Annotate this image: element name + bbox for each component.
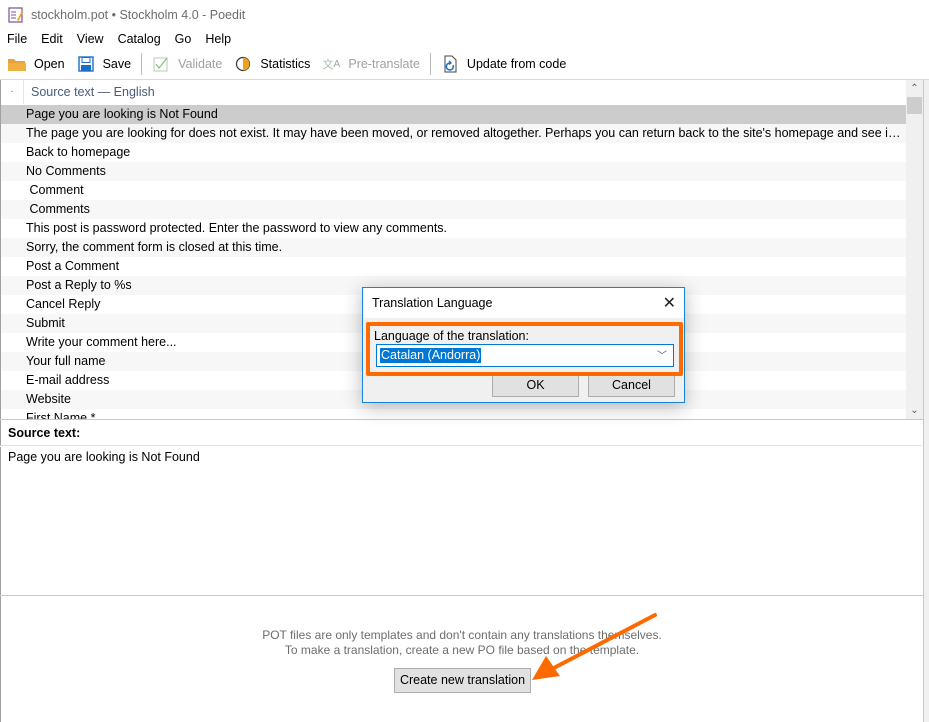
list-row[interactable]: Back to homepage [1, 143, 907, 162]
pretranslate-label: Pre-translate [348, 57, 420, 71]
translation-language-dialog: Translation Language ✕ Language of the t… [362, 287, 685, 403]
pot-info-message: POT files are only templates and don't c… [1, 628, 923, 658]
list-row[interactable]: Comments [1, 200, 907, 219]
list-row[interactable]: Comment [1, 181, 907, 200]
dialog-title: Translation Language [372, 296, 493, 310]
menu-bar: File Edit View Catalog Go Help [0, 29, 238, 49]
title-bar: stockholm.pot • Stockholm 4.0 - Poedit [0, 0, 929, 29]
language-field-label: Language of the translation: [374, 329, 529, 343]
update-from-code-button[interactable]: Update from code [435, 51, 572, 77]
validate-button[interactable]: Validate [146, 51, 228, 77]
menu-help[interactable]: Help [198, 32, 238, 46]
close-icon[interactable]: ✕ [663, 293, 676, 313]
window-right-edge [923, 80, 929, 722]
scrollbar-thumb[interactable] [907, 97, 922, 114]
statistics-button[interactable]: Statistics [228, 51, 316, 77]
statistics-label: Statistics [260, 57, 311, 71]
cancel-button[interactable]: Cancel [588, 374, 675, 397]
toolbar: Open Save Validate Statistics 文A Pre-tra… [0, 49, 929, 80]
scroll-down-icon[interactable]: ⌄ [906, 402, 923, 419]
chevron-down-icon[interactable]: ﹀ [657, 347, 667, 362]
list-row[interactable]: Page you are looking is Not Found [1, 105, 907, 124]
pie-chart-icon [234, 55, 252, 73]
save-button[interactable]: Save [71, 51, 138, 77]
list-header-marker[interactable]: · [1, 80, 24, 104]
dialog-title-bar: Translation Language ✕ [363, 288, 684, 318]
list-row[interactable]: No Comments [1, 162, 907, 181]
scroll-up-icon[interactable]: ⌃ [906, 80, 923, 97]
menu-view[interactable]: View [70, 32, 111, 46]
validate-label: Validate [178, 57, 223, 71]
list-row[interactable]: Sorry, the comment form is closed at thi… [1, 238, 907, 257]
pot-info-line-2: To make a translation, create a new PO f… [284, 643, 640, 657]
column-header-source[interactable]: Source text — English [24, 85, 155, 99]
language-selected-value[interactable]: Catalan (Andorra) [380, 348, 482, 363]
list-header: · Source text — English [1, 80, 907, 105]
checkbox-icon [152, 55, 170, 73]
toolbar-separator [429, 53, 431, 75]
window-title: stockholm.pot • Stockholm 4.0 - Poedit [31, 7, 246, 22]
ok-button[interactable]: OK [492, 374, 579, 397]
menu-go[interactable]: Go [168, 32, 199, 46]
source-text-label: Source text: [0, 420, 922, 446]
poedit-icon [8, 6, 24, 23]
menu-catalog[interactable]: Catalog [111, 32, 168, 46]
pot-info-panel: POT files are only templates and don't c… [0, 596, 922, 722]
floppy-icon [77, 55, 95, 73]
pretranslate-button[interactable]: 文A Pre-translate [316, 51, 426, 77]
list-row[interactable]: First Name * [1, 409, 907, 419]
folder-icon [8, 55, 26, 73]
open-label: Open [34, 57, 65, 71]
open-button[interactable]: Open [0, 51, 71, 77]
list-row[interactable]: Post a Comment [1, 257, 907, 276]
create-new-translation-button[interactable]: Create new translation [394, 668, 531, 693]
source-text-view: Page you are looking is Not Found [0, 447, 922, 595]
toolbar-separator [141, 53, 143, 75]
pot-info-line-1: POT files are only templates and don't c… [262, 628, 662, 642]
menu-edit[interactable]: Edit [34, 32, 70, 46]
translate-icon: 文A [322, 58, 341, 72]
list-scrollbar[interactable]: ⌃ ⌄ [906, 80, 923, 419]
list-row[interactable]: This post is password protected. Enter t… [1, 219, 907, 238]
menu-file[interactable]: File [0, 32, 34, 46]
update-icon [441, 55, 459, 73]
save-label: Save [102, 57, 132, 71]
update-label: Update from code [466, 57, 567, 71]
language-combobox[interactable]: Catalan (Andorra) ﹀ [376, 344, 674, 367]
list-row[interactable]: The page you are looking for does not ex… [1, 124, 907, 143]
